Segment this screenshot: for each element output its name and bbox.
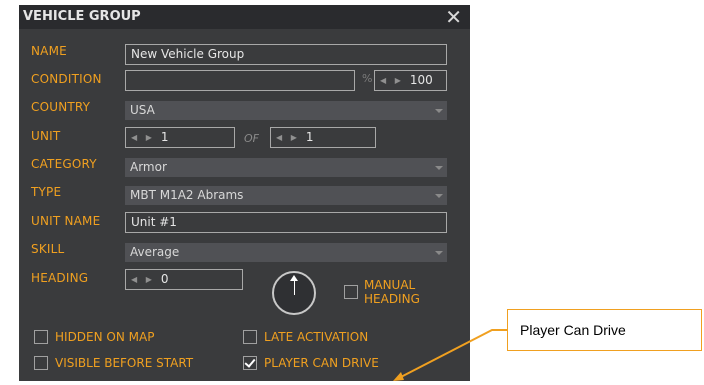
callout-text: Player Can Drive (520, 322, 626, 338)
callout-arrow-head (393, 372, 404, 381)
callout-arrow-line (396, 329, 507, 380)
callout-box: Player Can Drive (507, 309, 702, 351)
